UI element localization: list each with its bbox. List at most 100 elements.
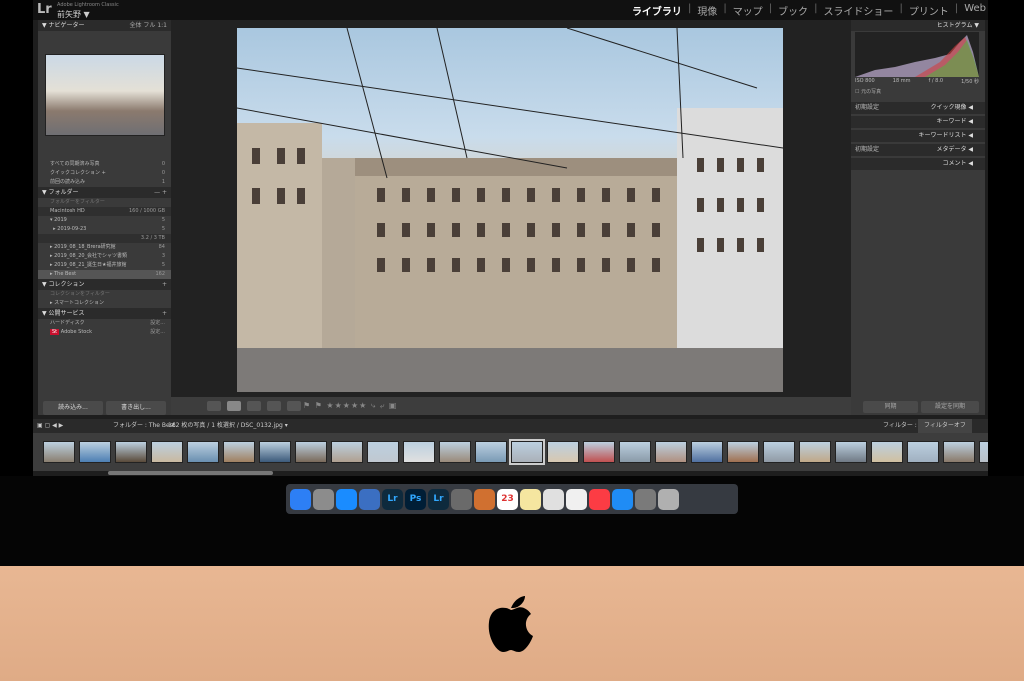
left-buttons: 読み込み... 書き出し...: [38, 401, 176, 415]
filmstrip-thumbnail[interactable]: [943, 441, 975, 463]
loupe-photo[interactable]: [237, 28, 783, 392]
volume-row[interactable]: Macintosh HD 160 / 1000 GB: [38, 207, 171, 216]
filmstrip-thumbnail[interactable]: [331, 441, 363, 463]
collection-search[interactable]: コレクションをフィルター: [38, 290, 171, 299]
filmstrip-thumbnail[interactable]: [691, 441, 723, 463]
module-tab-4[interactable]: スライドショー: [823, 3, 893, 18]
filmstrip-path[interactable]: フォルダー : The Best: [113, 419, 175, 433]
lightroom-icon[interactable]: Lr: [382, 488, 403, 510]
filmstrip-count[interactable]: 162 枚の写真 / 1 枚選択 / DSC_0132.jpg ▾: [168, 419, 288, 433]
folder-row[interactable]: ▸ 2019-09-23 5: [38, 225, 171, 234]
filmstrip-thumbnail[interactable]: [151, 441, 183, 463]
module-picker: ライブラリ | 現像 | マップ | ブック | スライドショー | プリント | Web: [632, 3, 986, 18]
publish-header[interactable]: ▼ 公開サービス +: [38, 308, 171, 319]
filmstrip-thumbnail[interactable]: [979, 441, 988, 463]
lightroom-classic-icon[interactable]: Lr: [428, 488, 449, 510]
filmstrip-thumbnail[interactable]: [763, 441, 795, 463]
finder-icon[interactable]: [290, 488, 311, 510]
navigator-preview[interactable]: [45, 54, 165, 136]
filmstrip-thumbnail[interactable]: [295, 441, 327, 463]
system-preferences-icon[interactable]: [635, 488, 656, 510]
publish-row[interactable]: ハードディスク 設定...: [38, 319, 171, 328]
filmstrip-thumbnail[interactable]: [655, 441, 687, 463]
module-tab-6[interactable]: Web: [964, 3, 986, 18]
module-tab-3[interactable]: ブック: [778, 3, 808, 18]
publish-row[interactable]: St Adobe Stock 設定...: [38, 328, 171, 337]
filmstrip-thumbnail[interactable]: [799, 441, 831, 463]
photoshop-icon[interactable]: Ps: [405, 488, 426, 510]
filmstrip-thumbnail[interactable]: [259, 441, 291, 463]
original-photo-toggle[interactable]: ☐ 元の写真: [855, 88, 881, 95]
filter-dropdown[interactable]: フィルターオフ: [918, 419, 972, 433]
filmstrip-thumbnail[interactable]: [79, 441, 111, 463]
histogram-header[interactable]: ヒストグラム ▼: [851, 20, 985, 31]
catalog-row[interactable]: すべての同期済み写真 0: [38, 160, 171, 169]
comments-header[interactable]: コメント ◀: [851, 158, 985, 170]
module-tab-0[interactable]: ライブラリ: [632, 3, 682, 18]
folder-row[interactable]: ▾ 2019 5: [38, 216, 171, 225]
keyword-list-header[interactable]: キーワードリスト ◀: [851, 130, 985, 142]
filmstrip-thumbnail[interactable]: [43, 441, 75, 463]
photos-icon[interactable]: [566, 488, 587, 510]
filmstrip-thumbnail[interactable]: [907, 441, 939, 463]
photos-edit-icon[interactable]: [474, 488, 495, 510]
module-tab-1[interactable]: 現像: [697, 3, 717, 18]
filmstrip-thumbnail[interactable]: [475, 441, 507, 463]
notes-icon[interactable]: [520, 488, 541, 510]
collections-header[interactable]: ▼ コレクション +: [38, 279, 171, 290]
filmstrip-thumbnail[interactable]: [727, 441, 759, 463]
trash-icon[interactable]: [658, 488, 679, 510]
module-tab-2[interactable]: マップ: [733, 3, 763, 18]
filmstrip-thumbnail[interactable]: [115, 441, 147, 463]
calendar-icon[interactable]: 23: [497, 488, 518, 510]
preview-icon[interactable]: [359, 488, 380, 510]
metadata-header[interactable]: 初期設定 メタデータ ◀: [851, 144, 985, 156]
rating-stars[interactable]: ⚑ ⚑ ★★★★★ ⤷ ⤶ ▣: [303, 401, 397, 411]
preview2-icon[interactable]: [543, 488, 564, 510]
smart-collection-row[interactable]: ▸ スマートコレクション: [38, 299, 171, 308]
loupe-view-icon[interactable]: [227, 401, 241, 411]
compare-view-icon[interactable]: [247, 401, 261, 411]
folder-row[interactable]: ▸ 2019_08_21_誕生日★福井旅館 5: [38, 261, 171, 270]
filmstrip-scrollbar[interactable]: [108, 471, 273, 475]
filmstrip-thumbnail[interactable]: [509, 439, 545, 465]
people-view-icon[interactable]: [287, 401, 301, 411]
catalog-row[interactable]: クイックコレクション +0: [38, 169, 171, 178]
module-tab-5[interactable]: プリント: [909, 3, 949, 18]
folder-search[interactable]: フォルダーをフィルター: [38, 198, 171, 207]
navigator-header[interactable]: ▼ ナビゲーター 全体 フル 1:1: [38, 20, 171, 31]
survey-view-icon[interactable]: [267, 401, 281, 411]
folder-row[interactable]: ▸ 2019_08_20_会社でシャツ書類 3: [38, 252, 171, 261]
export-button[interactable]: 書き出し...: [106, 401, 166, 415]
folder-row-selected[interactable]: ▸ The Best 162: [38, 270, 171, 279]
filmstrip-thumbnail[interactable]: [871, 441, 903, 463]
folder-row[interactable]: ▸ 2019_08_18_Brera研究館 84: [38, 243, 171, 252]
app-store-icon[interactable]: [612, 488, 633, 510]
monitor-screen: Lr Adobe Lightroom Classic 前矢野 ▼ ライブラリ | 現…: [33, 0, 988, 476]
catalog-row[interactable]: 前回の読み込み 1: [38, 178, 171, 187]
filmstrip-thumbnail[interactable]: [367, 441, 399, 463]
filmstrip-thumbnail[interactable]: [619, 441, 651, 463]
grid-view-icon[interactable]: [207, 401, 221, 411]
filmstrip-thumbnail[interactable]: [223, 441, 255, 463]
launchpad-icon[interactable]: [313, 488, 334, 510]
filmstrip-thumbnail[interactable]: [403, 441, 435, 463]
main-view: ⚑ ⚑ ★★★★★ ⤷ ⤶ ▣: [171, 20, 851, 415]
safari-icon[interactable]: [336, 488, 357, 510]
filmstrip-thumbnail[interactable]: [187, 441, 219, 463]
filmstrip-thumbnail[interactable]: [835, 441, 867, 463]
view-toggle-icon[interactable]: ▣ ▢ ◀ ▶: [37, 419, 63, 433]
filmstrip-thumbnail[interactable]: [547, 441, 579, 463]
catalog-name[interactable]: 前矢野 ▼: [57, 9, 90, 20]
sync-settings-button[interactable]: 設定を同期: [921, 401, 979, 413]
system-icon[interactable]: [451, 488, 472, 510]
keyword-header[interactable]: キーワード ◀: [851, 116, 985, 128]
sync-button[interactable]: 同期: [863, 401, 918, 413]
filmstrip-thumbnail[interactable]: [439, 441, 471, 463]
import-button[interactable]: 読み込み...: [43, 401, 103, 415]
volume-row[interactable]: 3.2 / 3 TB: [38, 234, 171, 243]
folders-header[interactable]: ▼ フォルダー — +: [38, 187, 171, 198]
quick-develop-header[interactable]: 初期設定 クイック現像 ◀: [851, 102, 985, 114]
filmstrip-thumbnail[interactable]: [583, 441, 615, 463]
music-icon[interactable]: [589, 488, 610, 510]
